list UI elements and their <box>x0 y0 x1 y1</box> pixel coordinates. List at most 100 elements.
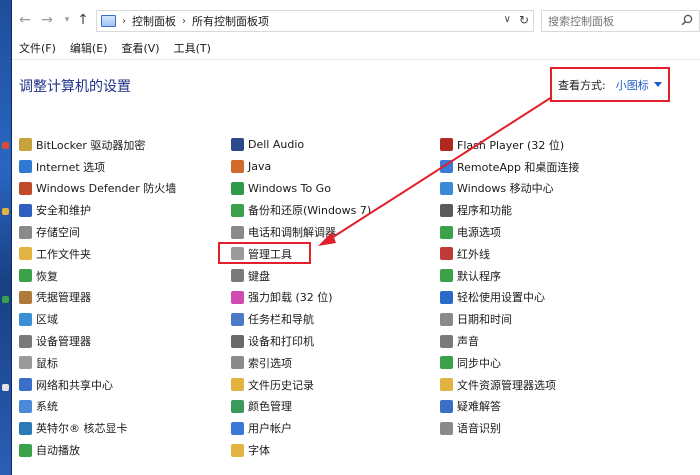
control-panel-item-label[interactable]: 字体 <box>248 442 270 458</box>
control-panel-item[interactable]: 系统 <box>19 396 229 418</box>
control-panel-item[interactable]: 轻松使用设置中心 <box>440 287 650 309</box>
control-panel-item-label[interactable]: BitLocker 驱动器加密 <box>36 137 145 153</box>
control-panel-item[interactable]: 文件历史记录 <box>231 374 441 396</box>
control-panel-item[interactable]: BitLocker 驱动器加密 <box>19 134 229 156</box>
control-panel-item[interactable]: Java <box>231 156 441 178</box>
control-panel-item-label[interactable]: 凭据管理器 <box>36 289 91 305</box>
control-panel-item-label[interactable]: 默认程序 <box>457 268 501 284</box>
control-panel-item[interactable]: Windows To Go <box>231 178 441 200</box>
address-bar[interactable]: › 控制面板 › 所有控制面板项 ∨ ↻ <box>96 10 534 32</box>
control-panel-item-label[interactable]: 文件资源管理器选项 <box>457 377 556 393</box>
control-panel-item[interactable]: 红外线 <box>440 243 650 265</box>
control-panel-item-label[interactable]: 恢复 <box>36 268 58 284</box>
menu-view[interactable]: 查看(V) <box>114 40 166 60</box>
control-panel-item[interactable]: 区域 <box>19 308 229 330</box>
control-panel-item[interactable]: RemoteApp 和桌面连接 <box>440 156 650 178</box>
up-button[interactable]: ↑ <box>74 11 92 29</box>
control-panel-item-label[interactable]: Internet 选项 <box>36 159 105 175</box>
control-panel-item[interactable]: 恢复 <box>19 265 229 287</box>
control-panel-item[interactable]: 索引选项 <box>231 352 441 374</box>
control-panel-item-label[interactable]: 疑难解答 <box>457 398 501 414</box>
control-panel-item[interactable]: 字体 <box>231 439 441 461</box>
control-panel-item[interactable]: 电源选项 <box>440 221 650 243</box>
menu-file[interactable]: 文件(F) <box>12 40 63 60</box>
address-dropdown-chevron-icon[interactable]: ∨ <box>504 14 511 25</box>
control-panel-item[interactable]: Flash Player (32 位) <box>440 134 650 156</box>
control-panel-item-label[interactable]: RemoteApp 和桌面连接 <box>457 159 579 175</box>
control-panel-item[interactable]: 强力卸载 (32 位) <box>231 287 441 309</box>
control-panel-item-label[interactable]: 声音 <box>457 333 479 349</box>
control-panel-item[interactable]: 颜色管理 <box>231 396 441 418</box>
control-panel-item-label[interactable]: Windows To Go <box>248 182 331 195</box>
control-panel-item-label[interactable]: 设备管理器 <box>36 333 91 349</box>
control-panel-item-label[interactable]: 强力卸载 (32 位) <box>248 289 333 305</box>
control-panel-item-label[interactable]: 网络和共享中心 <box>36 377 113 393</box>
control-panel-item-label[interactable]: 语音识别 <box>457 420 501 436</box>
control-panel-item-label[interactable]: 设备和打印机 <box>248 333 314 349</box>
control-panel-item[interactable]: 英特尔® 核芯显卡 <box>19 417 229 439</box>
control-panel-item-label[interactable]: 安全和维护 <box>36 202 91 218</box>
control-panel-item-label[interactable]: 同步中心 <box>457 355 501 371</box>
control-panel-item[interactable]: 程序和功能 <box>440 199 650 221</box>
control-panel-item-label[interactable]: 任务栏和导航 <box>248 311 314 327</box>
breadcrumb-control-panel[interactable]: 控制面板 <box>132 13 176 29</box>
control-panel-item-label[interactable]: Windows Defender 防火墙 <box>36 180 176 196</box>
control-panel-item-label[interactable]: 日期和时间 <box>457 311 512 327</box>
control-panel-item[interactable]: 自动播放 <box>19 439 229 461</box>
control-panel-item[interactable]: 任务栏和导航 <box>231 308 441 330</box>
control-panel-item[interactable]: 凭据管理器 <box>19 287 229 309</box>
control-panel-item[interactable]: 工作文件夹 <box>19 243 229 265</box>
control-panel-item[interactable]: Windows Defender 防火墙 <box>19 178 229 200</box>
control-panel-item[interactable]: 备份和还原(Windows 7) <box>231 199 441 221</box>
control-panel-item-label[interactable]: 索引选项 <box>248 355 292 371</box>
control-panel-item-label[interactable]: 区域 <box>36 311 58 327</box>
control-panel-item-label[interactable]: Windows 移动中心 <box>457 180 554 196</box>
control-panel-item-label[interactable]: Java <box>248 160 271 173</box>
control-panel-item[interactable]: 设备和打印机 <box>231 330 441 352</box>
control-panel-item[interactable]: 文件资源管理器选项 <box>440 374 650 396</box>
control-panel-item-label[interactable]: 自动播放 <box>36 442 80 458</box>
back-button[interactable]: ← <box>16 11 34 29</box>
menu-edit[interactable]: 编辑(E) <box>63 40 115 60</box>
control-panel-item[interactable]: 设备管理器 <box>19 330 229 352</box>
control-panel-item[interactable]: 声音 <box>440 330 650 352</box>
control-panel-item[interactable]: 疑难解答 <box>440 396 650 418</box>
control-panel-item[interactable]: 键盘 <box>231 265 441 287</box>
control-panel-item-label[interactable]: 电话和调制解调器 <box>248 224 336 240</box>
control-panel-item-label[interactable]: Dell Audio <box>248 138 304 151</box>
control-panel-item-label[interactable]: Flash Player (32 位) <box>457 137 564 153</box>
control-panel-item-label[interactable]: 颜色管理 <box>248 398 292 414</box>
breadcrumb-all-items[interactable]: 所有控制面板项 <box>192 13 269 29</box>
search-input[interactable] <box>542 11 662 31</box>
search-box[interactable] <box>541 10 700 32</box>
control-panel-item[interactable]: 用户帐户 <box>231 417 441 439</box>
control-panel-item-label[interactable]: 鼠标 <box>36 355 58 371</box>
control-panel-item-label[interactable]: 系统 <box>36 398 58 414</box>
control-panel-item-label[interactable]: 文件历史记录 <box>248 377 314 393</box>
control-panel-item-label[interactable]: 键盘 <box>248 268 270 284</box>
control-panel-item-label[interactable]: 英特尔® 核芯显卡 <box>36 420 128 436</box>
control-panel-item[interactable]: 同步中心 <box>440 352 650 374</box>
control-panel-item-label[interactable]: 红外线 <box>457 246 490 262</box>
menu-tools[interactable]: 工具(T) <box>167 40 218 60</box>
control-panel-item[interactable]: 存储空间 <box>19 221 229 243</box>
control-panel-item[interactable]: Internet 选项 <box>19 156 229 178</box>
control-panel-item[interactable]: Windows 移动中心 <box>440 178 650 200</box>
control-panel-item[interactable]: 语音识别 <box>440 417 650 439</box>
control-panel-item-label[interactable]: 存储空间 <box>36 224 80 240</box>
control-panel-item[interactable]: 默认程序 <box>440 265 650 287</box>
control-panel-item[interactable]: Dell Audio <box>231 134 441 156</box>
control-panel-item-label[interactable]: 工作文件夹 <box>36 246 91 262</box>
refresh-icon[interactable]: ↻ <box>519 13 529 27</box>
dropdown-caret-icon[interactable] <box>653 82 662 87</box>
forward-button[interactable]: → <box>38 11 56 29</box>
control-panel-item-label[interactable]: 备份和还原(Windows 7) <box>248 202 371 218</box>
control-panel-item-label[interactable]: 电源选项 <box>457 224 501 240</box>
control-panel-item[interactable]: 电话和调制解调器 <box>231 221 441 243</box>
control-panel-item[interactable]: 日期和时间 <box>440 308 650 330</box>
control-panel-item-label[interactable]: 程序和功能 <box>457 202 512 218</box>
control-panel-item[interactable]: 安全和维护 <box>19 199 229 221</box>
control-panel-item[interactable]: 网络和共享中心 <box>19 374 229 396</box>
view-by-dropdown[interactable]: 小图标 <box>616 77 649 93</box>
control-panel-item[interactable]: 鼠标 <box>19 352 229 374</box>
